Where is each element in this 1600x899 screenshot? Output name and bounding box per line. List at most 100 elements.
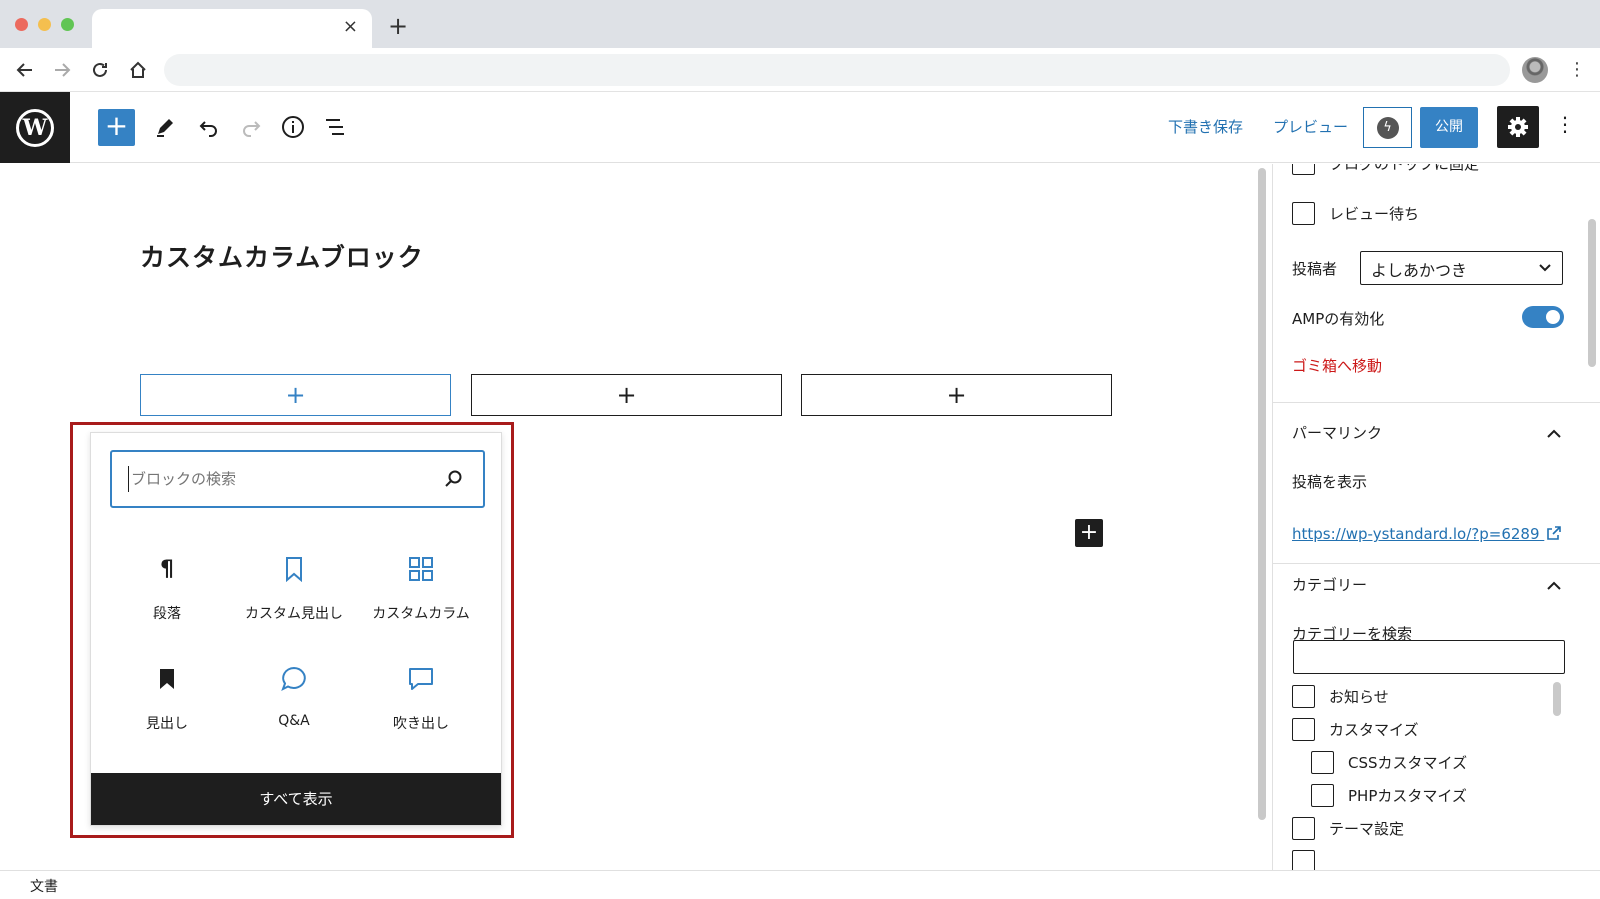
new-tab-button[interactable]: + <box>388 14 408 38</box>
redo-icon[interactable] <box>236 112 266 142</box>
speech-bubble-round-icon <box>234 661 354 697</box>
tab-close-icon[interactable]: × <box>343 18 358 36</box>
search-icon[interactable] <box>443 468 465 490</box>
back-icon[interactable] <box>13 58 37 82</box>
bookmark-outline-icon <box>234 551 354 587</box>
category-checkbox[interactable] <box>1311 751 1334 774</box>
category-item[interactable]: お知らせ <box>1292 685 1389 708</box>
block-qa[interactable]: Q&A <box>234 661 354 751</box>
category-label: CSSカスタマイズ <box>1348 754 1468 772</box>
category-label: PHPカスタマイズ <box>1348 787 1467 805</box>
block-label: カスタム見出し <box>245 606 343 622</box>
close-window-button[interactable] <box>15 18 28 31</box>
move-to-trash-button[interactable]: ゴミ箱へ移動 <box>1292 355 1382 376</box>
category-item[interactable]: PHPカスタマイズ <box>1311 784 1467 807</box>
block-balloon[interactable]: 吹き出し <box>361 661 481 751</box>
gear-icon <box>1508 117 1528 137</box>
permalink-link[interactable]: https://wp-ystandard.lo/?p=6289 <box>1292 525 1562 543</box>
settings-button[interactable] <box>1497 106 1539 148</box>
column-appender-2[interactable]: + <box>471 374 782 416</box>
amp-toggle[interactable] <box>1522 306 1564 328</box>
category-checkbox[interactable] <box>1292 718 1315 741</box>
external-link-icon <box>1547 526 1562 540</box>
block-custom-column[interactable]: カスタムカラム <box>361 551 481 641</box>
pending-review-checkbox[interactable] <box>1292 202 1315 225</box>
block-label: 見出し <box>146 716 188 732</box>
permalink-panel-title[interactable]: パーマリンク <box>1292 422 1382 443</box>
view-post-label: 投稿を表示 <box>1292 473 1368 491</box>
editor-canvas: カスタムカラムブロック + + + ¶ 段落 カスタム見出し <box>0 164 1266 870</box>
profile-avatar[interactable] <box>1522 57 1548 83</box>
settings-sidebar: ブログのトップに固定 レビュー待ち 投稿者 よしあかつき AMPの有効化 ゴミ箱… <box>1272 164 1600 870</box>
column-appender-1[interactable]: + <box>140 374 451 416</box>
category-panel-title[interactable]: カテゴリー <box>1292 574 1367 595</box>
speech-bubble-square-icon <box>361 661 481 697</box>
sticky-checkbox[interactable] <box>1292 164 1315 175</box>
editor-scrollbar[interactable] <box>1258 168 1266 820</box>
chevron-up-icon[interactable] <box>1546 426 1562 442</box>
block-inserter-popover: ¶ 段落 カスタム見出し カスタムカラム 見出し <box>90 432 502 826</box>
permalink-url-text: https://wp-ystandard.lo/?p=6289 <box>1292 525 1540 543</box>
category-item[interactable]: CSSカスタマイズ <box>1311 751 1467 774</box>
minimize-window-button[interactable] <box>38 18 51 31</box>
category-search-input[interactable] <box>1293 640 1565 674</box>
block-heading[interactable]: 見出し <box>107 661 227 751</box>
amp-label: AMPの有効化 <box>1292 310 1385 328</box>
author-select[interactable]: よしあかつき <box>1360 251 1563 285</box>
forward-icon[interactable] <box>50 58 74 82</box>
pencil-tool-icon[interactable] <box>150 112 180 142</box>
category-item[interactable]: テーマ設定 <box>1292 817 1404 840</box>
browser-tab[interactable]: × <box>92 9 372 48</box>
show-all-button[interactable]: すべて表示 <box>91 773 501 825</box>
category-checkbox[interactable] <box>1292 850 1315 870</box>
block-label: 吹き出し <box>393 716 449 732</box>
options-menu-icon[interactable]: ⋮ <box>1555 112 1575 136</box>
pending-review-label: レビュー待ち <box>1329 205 1420 223</box>
category-label: お知らせ <box>1329 688 1389 706</box>
lightning-icon: ϟ <box>1376 116 1399 139</box>
reload-icon[interactable] <box>88 58 112 82</box>
block-label: Q&A <box>278 713 310 729</box>
author-value: よしあかつき <box>1371 261 1468 280</box>
sticky-label: ブログのトップに固定 <box>1329 164 1480 173</box>
list-view-icon[interactable] <box>320 112 350 142</box>
block-label: カスタムカラム <box>372 606 470 622</box>
bookmark-filled-icon <box>107 661 227 697</box>
category-item-partial[interactable] <box>1292 850 1329 870</box>
home-icon[interactable] <box>126 58 150 82</box>
category-list-scrollbar[interactable] <box>1553 682 1561 716</box>
sidebar-scrollbar[interactable] <box>1588 219 1596 367</box>
category-label: カスタマイズ <box>1329 721 1419 739</box>
wordpress-logo-icon[interactable]: W <box>0 92 70 163</box>
post-title[interactable]: カスタムカラムブロック <box>140 238 424 274</box>
breadcrumb-document[interactable]: 文書 <box>30 876 58 896</box>
undo-icon[interactable] <box>194 112 224 142</box>
info-icon[interactable] <box>278 112 308 142</box>
zoom-window-button[interactable] <box>61 18 74 31</box>
pending-review-row[interactable]: レビュー待ち <box>1292 202 1419 225</box>
category-checkbox[interactable] <box>1311 784 1334 807</box>
save-draft-button[interactable]: 下書き保存 <box>1168 116 1243 137</box>
sticky-checkbox-row[interactable]: ブログのトップに固定 <box>1292 164 1479 175</box>
inline-add-block-button[interactable]: + <box>1075 519 1103 547</box>
browser-tab-strip: × + <box>0 0 1600 48</box>
address-bar[interactable] <box>164 54 1510 86</box>
publish-button[interactable]: 公開 <box>1420 107 1478 148</box>
performance-button[interactable]: ϟ <box>1363 107 1412 148</box>
author-label: 投稿者 <box>1292 260 1338 278</box>
column-appender-3[interactable]: + <box>801 374 1112 416</box>
category-checkbox[interactable] <box>1292 817 1315 840</box>
category-checkbox[interactable] <box>1292 685 1315 708</box>
grid-icon <box>361 551 481 587</box>
preview-button[interactable]: プレビュー <box>1273 116 1348 137</box>
block-breadcrumb-bar: 文書 <box>0 870 1600 899</box>
block-paragraph[interactable]: ¶ 段落 <box>107 551 227 641</box>
add-block-button[interactable]: + <box>98 109 135 146</box>
block-custom-heading[interactable]: カスタム見出し <box>234 551 354 641</box>
block-search-input[interactable] <box>128 466 438 492</box>
chevron-up-icon[interactable] <box>1546 578 1562 594</box>
block-search-box[interactable] <box>110 450 485 508</box>
browser-menu-icon[interactable]: ⋮ <box>1568 56 1586 84</box>
chevron-down-icon <box>1539 264 1551 272</box>
category-item[interactable]: カスタマイズ <box>1292 718 1419 741</box>
